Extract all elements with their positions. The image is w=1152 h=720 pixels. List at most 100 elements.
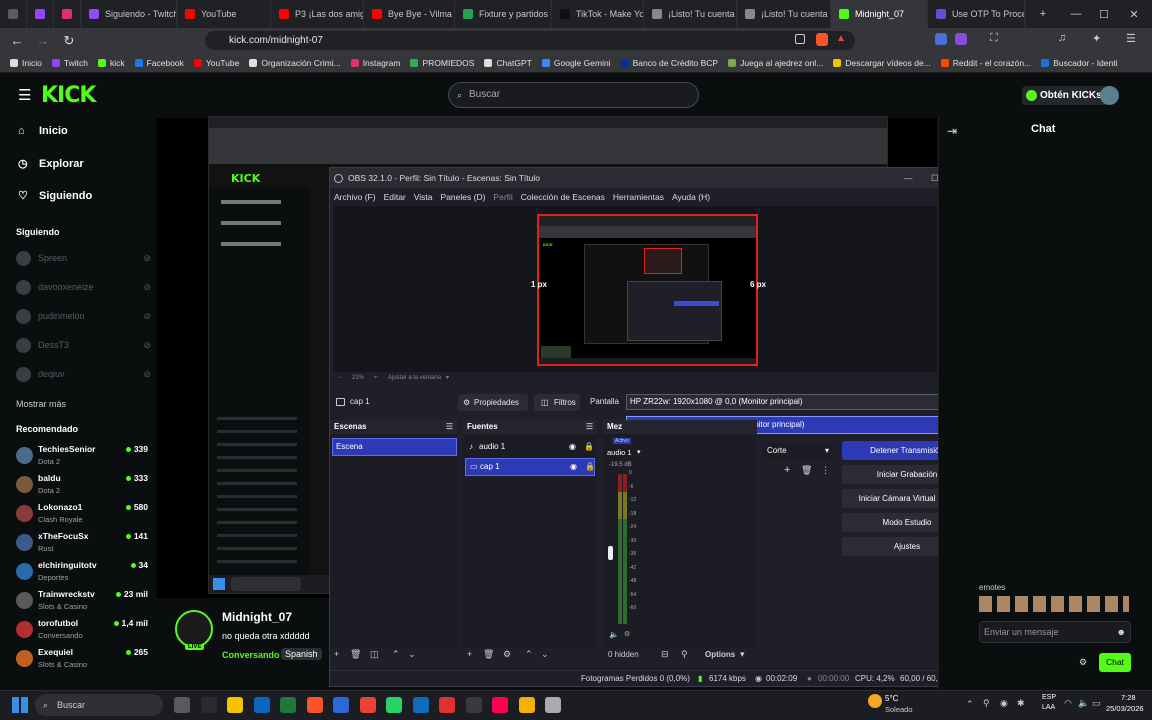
following-item[interactable]: Spreen ⊘ xyxy=(16,248,151,268)
url-field[interactable]: kick.com/midnight-07 xyxy=(205,31,855,50)
file-explorer-icon[interactable] xyxy=(227,697,243,713)
volume-slider[interactable] xyxy=(608,546,613,560)
add-transition-icon[interactable]: + xyxy=(784,464,790,476)
lock-icon[interactable]: 🔒 xyxy=(584,438,594,456)
start-virtual-camera-button[interactable]: Iniciar Cámara Virtual xyxy=(842,489,952,508)
filter-icon[interactable]: ◫ xyxy=(370,649,379,660)
source-item[interactable]: ♪ audio 1 ◉ 🔒 xyxy=(465,438,595,456)
obs-tray-icon[interactable]: ◉ xyxy=(1000,698,1008,709)
extension-icon[interactable] xyxy=(935,33,947,45)
language-tag[interactable]: Spanish xyxy=(281,648,322,660)
bookmark-item[interactable]: YouTube xyxy=(193,58,239,68)
following-item[interactable]: davooxeneize ⊘ xyxy=(16,277,151,297)
move-up-icon[interactable]: ⌃ xyxy=(392,649,400,660)
recommended-item[interactable]: elchiringuitotv Deportes 34 xyxy=(16,558,152,586)
bookmark-item[interactable]: Organización Crimi... xyxy=(249,58,341,68)
brave-icon[interactable] xyxy=(306,697,323,713)
sidebar-item-explorar[interactable]: ◷ Explorar xyxy=(18,157,84,171)
chevron-down-icon[interactable]: ▾ xyxy=(740,649,745,660)
emote-row[interactable] xyxy=(979,596,1129,612)
add-source-icon[interactable]: + xyxy=(467,649,472,659)
following-item[interactable]: pudinmelon ⊘ xyxy=(16,306,151,326)
bookmark-item[interactable]: Inicio xyxy=(10,58,42,68)
recommended-item[interactable]: Lokonazo1 Clash Royale 580 xyxy=(16,500,152,528)
eye-icon[interactable]: ◉ xyxy=(570,459,577,475)
bookmark-item[interactable]: Banco de Crédito BCP xyxy=(620,58,718,68)
stream-category[interactable]: Conversando xyxy=(222,650,280,660)
chrome-icon[interactable] xyxy=(359,697,376,713)
recommended-item[interactable]: baldu Dota 2 333 xyxy=(16,471,152,499)
sidebar-item-inicio[interactable]: ⌂ Inicio xyxy=(18,125,68,137)
get-kicks-button[interactable]: Obtén KICKs xyxy=(1022,86,1108,105)
taskbar-search[interactable]: ⌕ Buscar xyxy=(35,694,163,716)
options-label[interactable]: Options xyxy=(705,650,735,659)
tiktok-icon[interactable] xyxy=(492,697,508,713)
browser-tab[interactable]: TikTok - Make Your xyxy=(552,0,644,28)
recommended-item[interactable]: torofutbol Conversando 1,4 mil xyxy=(16,616,152,644)
app-icon[interactable] xyxy=(439,697,455,713)
browser-tab[interactable]: YouTube xyxy=(177,0,271,28)
dock-menu-icon[interactable]: ☰ xyxy=(446,420,453,434)
streamer-avatar[interactable] xyxy=(175,610,213,648)
browser-tab[interactable]: ¡Listo! Tu cuenta de xyxy=(737,0,831,28)
zoom-in-icon[interactable]: + xyxy=(374,375,378,381)
obs-menu-item[interactable]: Paneles (D) xyxy=(441,192,486,202)
filters-button[interactable]: ◫ Filtros xyxy=(534,394,580,411)
obs-menu-item[interactable]: Vista xyxy=(414,192,433,202)
tray-arrow-icon[interactable]: ⌃ xyxy=(966,699,974,710)
mixer-menu-icon[interactable]: ▾ xyxy=(637,448,641,456)
move-down-icon[interactable]: ⌄ xyxy=(408,649,416,660)
zoom-out-icon[interactable]: − xyxy=(338,375,342,381)
obs-menu-item[interactable]: Editar xyxy=(384,192,406,202)
sidebar-item-siguiendo[interactable]: ♡ Siguiendo xyxy=(18,189,92,203)
scene-item[interactable]: Escena xyxy=(332,438,457,456)
speaker-icon[interactable]: 🔈 xyxy=(609,630,619,639)
browser-tab[interactable]: Fixture y partidos de xyxy=(455,0,552,28)
browser-tab[interactable]: Bye Bye - Vilma Palm xyxy=(364,0,455,28)
search-input[interactable]: ⌕ Buscar xyxy=(448,82,699,108)
obs-menu-item[interactable]: Herramientas xyxy=(613,192,664,202)
move-up-icon[interactable]: ⌃ xyxy=(525,649,533,660)
bookmark-item[interactable]: PROMIEDOS xyxy=(410,58,474,68)
whatsapp-icon[interactable] xyxy=(386,697,402,713)
bookmark-item[interactable]: kick xyxy=(97,58,125,68)
bookmark-item[interactable]: Google Gemini xyxy=(541,58,611,68)
hamburger-menu-icon[interactable]: ☰ xyxy=(18,86,31,104)
kick-logo[interactable]: KICK xyxy=(41,83,96,108)
wifi-icon[interactable]: ◠ xyxy=(1064,698,1072,709)
browser-tab[interactable]: P3 ¡Las dos amigas xyxy=(271,0,364,28)
obs-menu-item[interactable]: Colección de Escenas xyxy=(521,192,605,202)
mixer-gear-icon[interactable]: ⚙ xyxy=(624,630,630,638)
bookmark-item[interactable]: Reddit - el corazón... xyxy=(940,58,1031,68)
move-down-icon[interactable]: ⌄ xyxy=(541,649,549,660)
streamer-name[interactable]: Midnight_07 xyxy=(222,610,292,624)
add-scene-icon[interactable]: + xyxy=(334,649,339,659)
task-view-icon[interactable] xyxy=(200,697,217,713)
collapse-chat-icon[interactable]: ⇥ xyxy=(947,124,957,138)
delete-source-icon[interactable]: 🗑 xyxy=(483,649,494,660)
browser-tab[interactable] xyxy=(0,0,27,28)
xbox-icon[interactable] xyxy=(280,697,296,713)
gear-icon[interactable]: ⚙ xyxy=(503,649,511,660)
chat-input[interactable]: Enviar un mensaje ☻ xyxy=(979,621,1131,643)
keyboard-layout[interactable]: LAA xyxy=(1042,704,1055,711)
following-item[interactable]: DessT3 ⊘ xyxy=(16,335,151,355)
bookmark-item[interactable]: Instagram xyxy=(350,58,400,68)
obs-minimize-button[interactable]: — xyxy=(904,168,913,188)
recommended-item[interactable]: Exequiel Slots & Casino 265 xyxy=(16,645,152,673)
bookmark-item[interactable]: Facebook xyxy=(134,58,184,68)
properties-button[interactable]: ⚙ Propiedades xyxy=(458,394,528,411)
reload-icon[interactable]: ↻ xyxy=(60,33,78,49)
more-icon[interactable]: ⋮ xyxy=(821,465,830,476)
obs-icon[interactable] xyxy=(465,697,482,713)
chat-settings-icon[interactable]: ⚙ xyxy=(1079,657,1087,668)
following-item[interactable]: deqiuv ⊘ xyxy=(16,364,151,384)
new-tab-button[interactable]: + xyxy=(1027,0,1059,28)
battery-icon[interactable]: ▭ xyxy=(1092,698,1101,709)
obs-menu-item[interactable]: Perfil xyxy=(493,192,512,202)
browser-tab[interactable] xyxy=(27,0,54,28)
obs-menu-item[interactable]: Ayuda (H) xyxy=(672,192,710,202)
browser-tab[interactable] xyxy=(54,0,81,28)
windows-start-icon[interactable] xyxy=(12,697,28,713)
bookmark-item[interactable]: Descargar vídeos de... xyxy=(833,58,931,68)
